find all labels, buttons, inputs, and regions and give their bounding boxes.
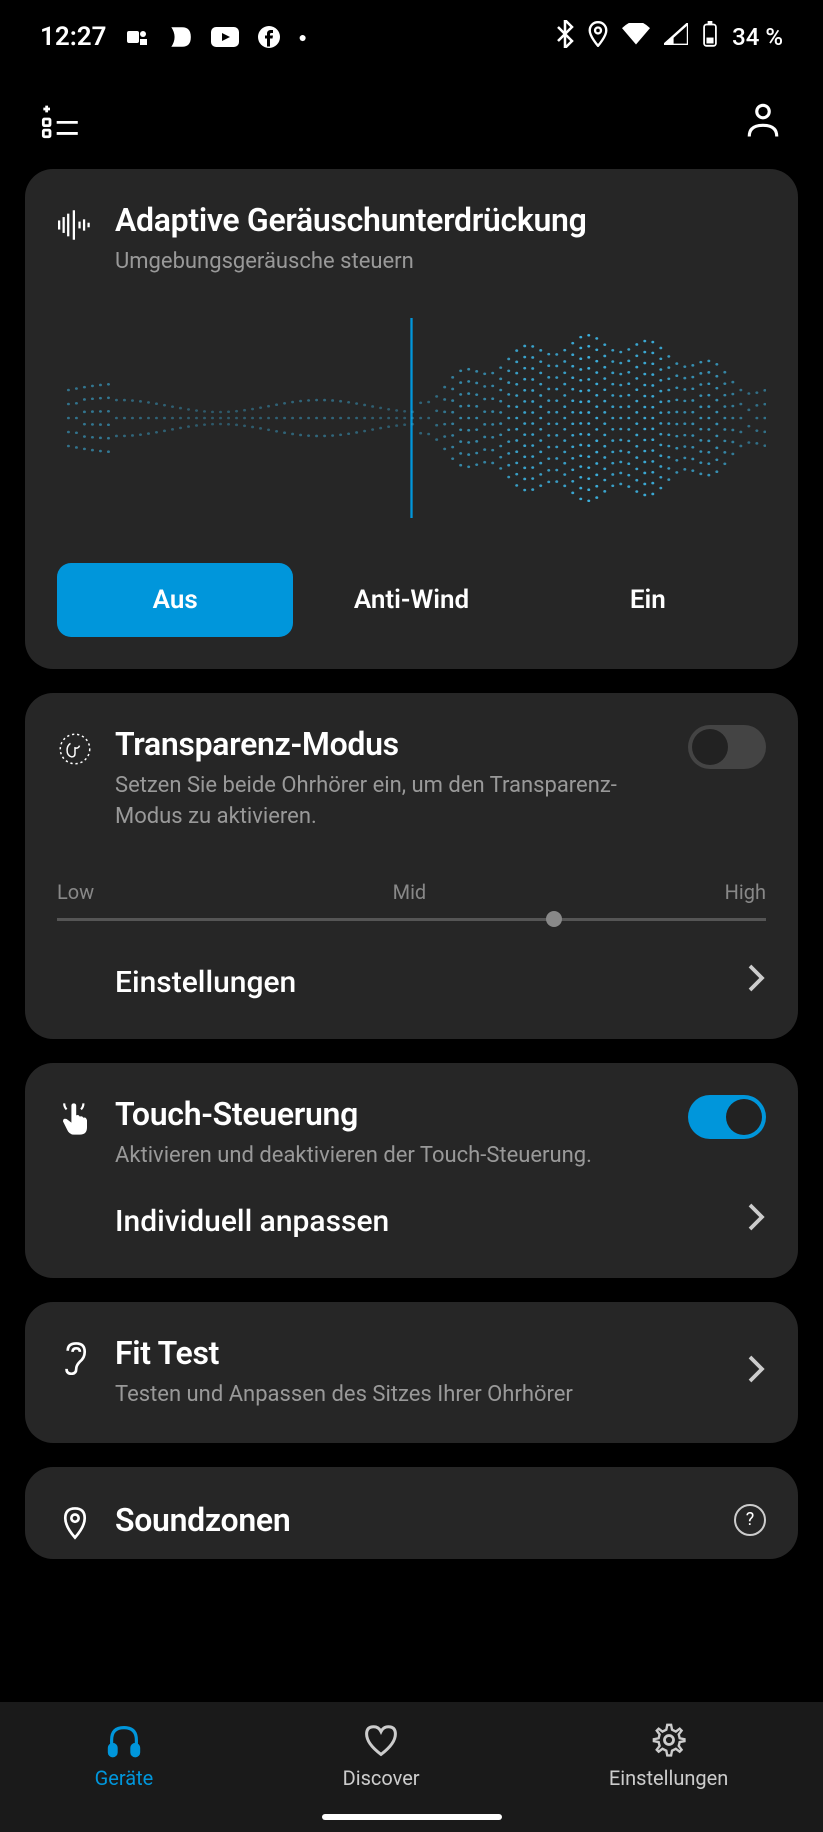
battery-icon bbox=[702, 21, 718, 53]
anc-segment-antiwind[interactable]: Anti-Wind bbox=[293, 563, 529, 637]
touch-title: Touch-Steuerung bbox=[115, 1095, 668, 1133]
nav-settings[interactable]: Einstellungen bbox=[609, 1722, 728, 1790]
slider-label-low: Low bbox=[57, 880, 94, 904]
nav-devices[interactable]: Geräte bbox=[95, 1722, 154, 1790]
menu-devices-icon[interactable] bbox=[40, 99, 80, 139]
transparency-title: Transparenz-Modus bbox=[115, 725, 668, 763]
anc-card: Adaptive Geräuschunterdrückung Umgebungs… bbox=[25, 169, 798, 669]
nav-settings-label: Einstellungen bbox=[609, 1766, 728, 1790]
gear-icon bbox=[651, 1722, 687, 1758]
bluetooth-icon bbox=[556, 20, 574, 54]
status-bar: 12:27 ● 34 % bbox=[0, 0, 823, 74]
transparency-icon bbox=[57, 731, 93, 767]
teams-icon bbox=[125, 25, 149, 49]
location-pin-icon bbox=[57, 1505, 93, 1541]
wifi-icon bbox=[622, 23, 650, 51]
touch-customize-label: Individuell anpassen bbox=[115, 1204, 389, 1239]
slider-label-high: High bbox=[725, 880, 766, 904]
transparency-toggle[interactable] bbox=[688, 725, 766, 769]
anc-icon bbox=[57, 207, 93, 243]
fit-test-subtitle: Testen und Anpassen des Sitzes Ihrer Ohr… bbox=[115, 1380, 746, 1411]
transparency-card: Transparenz-Modus Setzen Sie beide Ohrhö… bbox=[25, 693, 798, 1040]
location-icon bbox=[588, 21, 608, 53]
transparency-settings-row[interactable]: Einstellungen bbox=[57, 957, 766, 1007]
heart-icon bbox=[363, 1722, 399, 1758]
slider-label-mid: Mid bbox=[393, 880, 427, 904]
battery-percent: 34 % bbox=[732, 23, 783, 51]
facebook-icon bbox=[257, 25, 281, 49]
touch-icon bbox=[57, 1101, 93, 1137]
touch-card: Touch-Steuerung Aktivieren und deaktivie… bbox=[25, 1063, 798, 1278]
transparency-slider[interactable] bbox=[57, 918, 766, 921]
more-dot-icon: ● bbox=[299, 29, 307, 46]
help-icon[interactable]: ? bbox=[734, 1504, 766, 1536]
soundzones-card[interactable]: Soundzonen ? bbox=[25, 1467, 798, 1559]
anc-segment-control: Aus Anti-Wind Ein bbox=[57, 563, 766, 637]
bottom-nav: Geräte Discover Einstellungen bbox=[0, 1702, 823, 1832]
d-icon bbox=[167, 24, 193, 50]
touch-toggle[interactable] bbox=[688, 1095, 766, 1139]
anc-segment-on[interactable]: Ein bbox=[530, 563, 766, 637]
anc-waveform bbox=[57, 308, 766, 528]
nav-discover[interactable]: Discover bbox=[343, 1722, 420, 1790]
chevron-right-icon bbox=[746, 963, 766, 1001]
soundzones-title: Soundzonen bbox=[115, 1501, 712, 1539]
content-scroll[interactable]: Adaptive Geräuschunterdrückung Umgebungs… bbox=[0, 169, 823, 1559]
youtube-icon bbox=[211, 27, 239, 47]
fit-test-card[interactable]: Fit Test Testen und Anpassen des Sitzes … bbox=[25, 1302, 798, 1443]
home-indicator[interactable] bbox=[322, 1814, 502, 1820]
chevron-right-icon bbox=[746, 1354, 766, 1392]
anc-segment-off[interactable]: Aus bbox=[57, 563, 293, 637]
slider-thumb[interactable] bbox=[546, 911, 562, 927]
signal-icon bbox=[664, 23, 688, 51]
touch-customize-row[interactable]: Individuell anpassen bbox=[57, 1196, 766, 1246]
touch-subtitle: Aktivieren und deaktivieren der Touch-St… bbox=[115, 1141, 668, 1172]
status-right: 34 % bbox=[556, 20, 783, 54]
anc-title: Adaptive Geräuschunterdrückung bbox=[115, 201, 766, 239]
app-header bbox=[0, 74, 823, 169]
anc-subtitle: Umgebungsgeräusche steuern bbox=[115, 247, 766, 278]
ear-icon bbox=[57, 1340, 93, 1376]
headphones-icon bbox=[106, 1722, 142, 1758]
transparency-settings-label: Einstellungen bbox=[115, 965, 296, 1000]
nav-devices-label: Geräte bbox=[95, 1766, 154, 1790]
fit-test-title: Fit Test bbox=[115, 1334, 746, 1372]
transparency-subtitle: Setzen Sie beide Ohrhörer ein, um den Tr… bbox=[115, 771, 668, 833]
profile-icon[interactable] bbox=[743, 99, 783, 139]
chevron-right-icon bbox=[746, 1202, 766, 1240]
status-left: 12:27 ● bbox=[40, 22, 307, 52]
status-time: 12:27 bbox=[40, 22, 107, 52]
nav-discover-label: Discover bbox=[343, 1766, 420, 1790]
